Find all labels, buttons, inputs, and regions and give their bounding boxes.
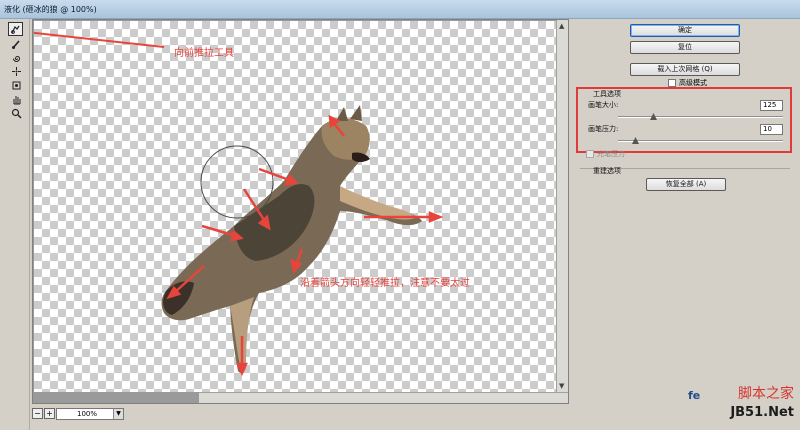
tool-strip xyxy=(0,19,30,430)
reset-button[interactable]: 复位 xyxy=(630,41,740,54)
load-last-mesh-button[interactable]: 载入上次网格 (Q) xyxy=(630,63,740,76)
reconstruct-tool[interactable] xyxy=(9,38,23,50)
zoom-value: 100% xyxy=(77,410,98,418)
pucker-tool[interactable] xyxy=(9,65,23,77)
brush-cursor xyxy=(200,145,274,219)
scroll-up-icon[interactable]: ▲ xyxy=(559,22,564,30)
ok-button[interactable]: 确定 xyxy=(630,24,740,37)
preview-canvas-frame: ▲ ▼ xyxy=(25,19,569,404)
finger-warp-icon xyxy=(11,25,20,34)
magnifier-icon xyxy=(11,108,22,119)
hand-icon xyxy=(13,95,20,104)
stylus-pressure-checkbox[interactable]: 光笔压力 xyxy=(586,149,625,159)
brush-pressure-slider[interactable] xyxy=(618,140,783,142)
tool-options-header: 工具选项 xyxy=(593,90,621,98)
bloat-tool[interactable] xyxy=(9,79,23,91)
zoom-bar: − + 100% ▼ xyxy=(32,406,172,422)
restore-all-button[interactable]: 恢复全部 (A) xyxy=(646,178,726,191)
checkbox[interactable] xyxy=(586,150,594,158)
chevron-down-icon[interactable]: ▼ xyxy=(113,409,123,419)
brush-pressure-input[interactable]: 10 xyxy=(760,124,783,135)
horizontal-scrollbar[interactable] xyxy=(199,392,568,403)
wolf-image xyxy=(25,31,444,377)
stylus-pressure-label: 光笔压力 xyxy=(597,150,625,158)
usage-hint-annotation: 沿着箭头方向轻轻推拉，注意不要太过 xyxy=(300,278,470,289)
site-watermark: 脚本之家 fe JB51.Net xyxy=(688,383,794,427)
twirl-icon xyxy=(12,55,20,62)
vertical-scrollbar[interactable]: ▲ ▼ xyxy=(556,20,568,392)
brush-pressure-label: 画笔压力: xyxy=(588,125,619,133)
twirl-tool[interactable] xyxy=(9,52,23,64)
brush-icon xyxy=(11,39,20,49)
preview-canvas[interactable] xyxy=(25,21,567,392)
zoom-select[interactable]: 100% ▼ xyxy=(56,408,124,420)
bloat-icon xyxy=(12,81,20,89)
wolf-figure xyxy=(161,105,422,373)
watermark-bottom: JB51.Net xyxy=(730,405,794,420)
reconstruct-options-header: 重建选项 xyxy=(593,167,621,175)
hand-tool[interactable] xyxy=(9,93,23,105)
scroll-down-icon[interactable]: ▼ xyxy=(559,382,564,390)
brush-pressure-thumb[interactable] xyxy=(632,137,639,144)
zoom-out-button[interactable]: − xyxy=(32,408,43,419)
window-titlebar: 液化 (砸冰的狼 @ 100%) xyxy=(0,0,800,19)
zoom-tool[interactable] xyxy=(9,107,23,119)
forward-warp-tool[interactable] xyxy=(8,22,23,36)
brush-size-slider[interactable] xyxy=(618,116,783,118)
checkbox[interactable] xyxy=(668,79,676,87)
pucker-icon xyxy=(11,66,21,76)
brush-size-label: 画笔大小: xyxy=(588,101,619,109)
tool-hint-annotation: 向前推拉工具 xyxy=(174,48,234,59)
watermark-top: 脚本之家 xyxy=(738,386,794,402)
brush-size-input[interactable]: 125 xyxy=(760,100,783,111)
window-title: 液化 (砸冰的狼 @ 100%) xyxy=(4,5,97,14)
watermark-site: fe xyxy=(688,389,701,402)
tool-hint-arrow xyxy=(25,31,165,48)
brush-size-thumb[interactable] xyxy=(650,113,657,120)
zoom-in-button[interactable]: + xyxy=(44,408,55,419)
